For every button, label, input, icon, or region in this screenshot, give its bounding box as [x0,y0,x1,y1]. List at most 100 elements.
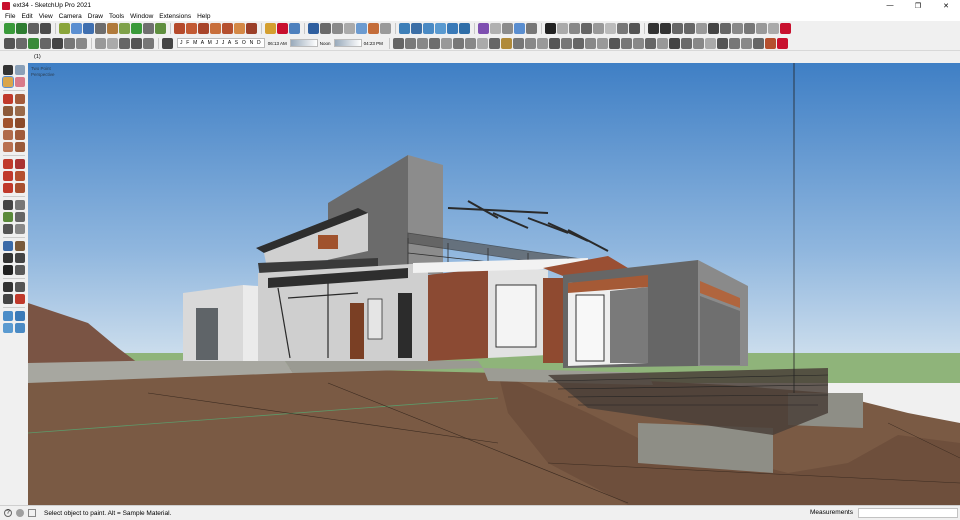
floor-icon[interactable] [644,37,656,49]
vray-icon[interactable] [780,23,791,34]
solid-intersect-icon[interactable] [198,23,209,34]
sandbox-from-scratch-icon[interactable] [404,37,416,49]
follow-me-tool-icon[interactable] [15,171,25,181]
iso-view-icon[interactable] [399,23,410,34]
orbit-icon[interactable] [514,23,525,34]
stamp-icon[interactable] [119,23,130,34]
frame-buffer-icon[interactable] [768,23,779,34]
menu-file[interactable]: File [2,13,18,20]
save-icon[interactable] [28,23,39,34]
back-view-icon[interactable] [447,23,458,34]
follow-me-icon[interactable] [28,37,39,49]
weld-icon[interactable] [500,37,512,49]
credits-icon[interactable] [16,509,24,517]
tape-measure-icon[interactable] [629,23,640,34]
building-icon[interactable] [131,37,142,49]
array-icon[interactable] [560,37,572,49]
settings-gear-icon[interactable] [708,23,719,34]
extension-warehouse-icon[interactable] [277,23,288,34]
push-pull-tool-icon[interactable] [15,159,25,169]
component-icon[interactable] [4,37,15,49]
drape-icon[interactable] [131,23,142,34]
scene-prev-icon[interactable] [672,23,683,34]
protractor-tool-icon[interactable] [3,212,13,222]
make-component-icon[interactable] [15,65,25,75]
freehand-icon[interactable] [15,94,25,104]
door-maker-icon[interactable] [608,37,620,49]
section-plane-tool-icon[interactable] [15,294,25,304]
walk-tool-icon[interactable] [3,294,13,304]
warehouse-tool-icon[interactable] [3,323,13,333]
shadow-month-selector[interactable]: J F M A M J J A S O N D [177,38,265,48]
style-backedges-icon[interactable] [320,23,331,34]
solid-split-icon[interactable] [222,23,233,34]
play-icon[interactable] [648,23,659,34]
geo-location-icon[interactable] [3,311,13,321]
sandbox-from-contours-icon[interactable] [392,37,404,49]
previous-view-icon[interactable] [15,265,25,275]
fredo-scale-icon[interactable] [464,37,476,49]
open-model-icon[interactable] [16,23,27,34]
lights-icon[interactable] [744,23,755,34]
polygon-icon[interactable] [15,118,25,128]
select-tool-icon[interactable] [3,65,13,75]
house-icon[interactable] [119,37,130,49]
minimize-button[interactable]: — [876,0,904,11]
wall-icon[interactable] [632,37,644,49]
three-point-arc-icon[interactable] [3,142,13,152]
make-face-icon[interactable] [572,37,584,49]
flip-edge-icon[interactable] [155,23,166,34]
menu-tools[interactable]: Tools [106,13,127,20]
measurements-input[interactable] [858,508,958,518]
railing-icon[interactable] [656,37,668,49]
add-location-icon[interactable] [59,23,70,34]
menu-extensions[interactable]: Extensions [156,13,194,20]
model-info-icon[interactable] [143,37,154,49]
guides-icon[interactable] [593,23,604,34]
camera-icon[interactable] [756,23,767,34]
stair-maker-icon[interactable] [584,37,596,49]
menu-help[interactable]: Help [194,13,213,20]
shadow-time-slider[interactable] [289,39,318,47]
fence-icon[interactable] [740,37,752,49]
menu-edit[interactable]: Edit [18,13,35,20]
offset-icon[interactable] [40,37,51,49]
rectangle-icon[interactable] [3,106,13,116]
scene-tab[interactable]: (1) [32,54,43,60]
model-viewport[interactable]: Two Point Perspective [28,63,960,505]
left-view-icon[interactable] [459,23,470,34]
front-view-icon[interactable] [423,23,434,34]
window-maker-icon[interactable] [596,37,608,49]
brick-icon[interactable] [776,37,788,49]
text-tool-icon[interactable] [15,212,25,222]
style-hidden-line-icon[interactable] [344,23,355,34]
photo-texture-icon[interactable] [83,23,94,34]
circle-icon[interactable] [3,118,13,128]
style-wireframe-icon[interactable] [332,23,343,34]
tape-measure-tool-icon[interactable] [3,200,13,210]
solid-union-icon[interactable] [174,23,185,34]
shadow-time-slider-2[interactable] [333,39,362,47]
texture-positioning-icon[interactable] [692,37,704,49]
scene-next-icon[interactable] [684,23,695,34]
record-dot-icon[interactable] [545,23,556,34]
roundcorner-icon[interactable] [440,37,452,49]
walk-icon[interactable] [526,23,537,34]
group-icon[interactable] [16,37,27,49]
top-view-icon[interactable] [411,23,422,34]
style-textured-icon[interactable] [368,23,379,34]
rotate-tool-icon[interactable] [3,171,13,181]
red-line-icon[interactable] [764,37,776,49]
menu-draw[interactable]: Draw [85,13,106,20]
scene-add-icon[interactable] [696,23,707,34]
solid-subtract-icon[interactable] [186,23,197,34]
print-icon[interactable] [40,23,51,34]
three-d-text-icon[interactable] [617,23,628,34]
profile-builder-icon[interactable] [488,37,500,49]
menu-view[interactable]: View [36,13,56,20]
arc-icon[interactable] [3,130,13,140]
new-model-icon[interactable] [4,23,15,34]
zoom-extents-icon[interactable] [3,265,13,275]
text-icon[interactable] [569,23,580,34]
close-button[interactable]: ✕ [932,0,960,11]
